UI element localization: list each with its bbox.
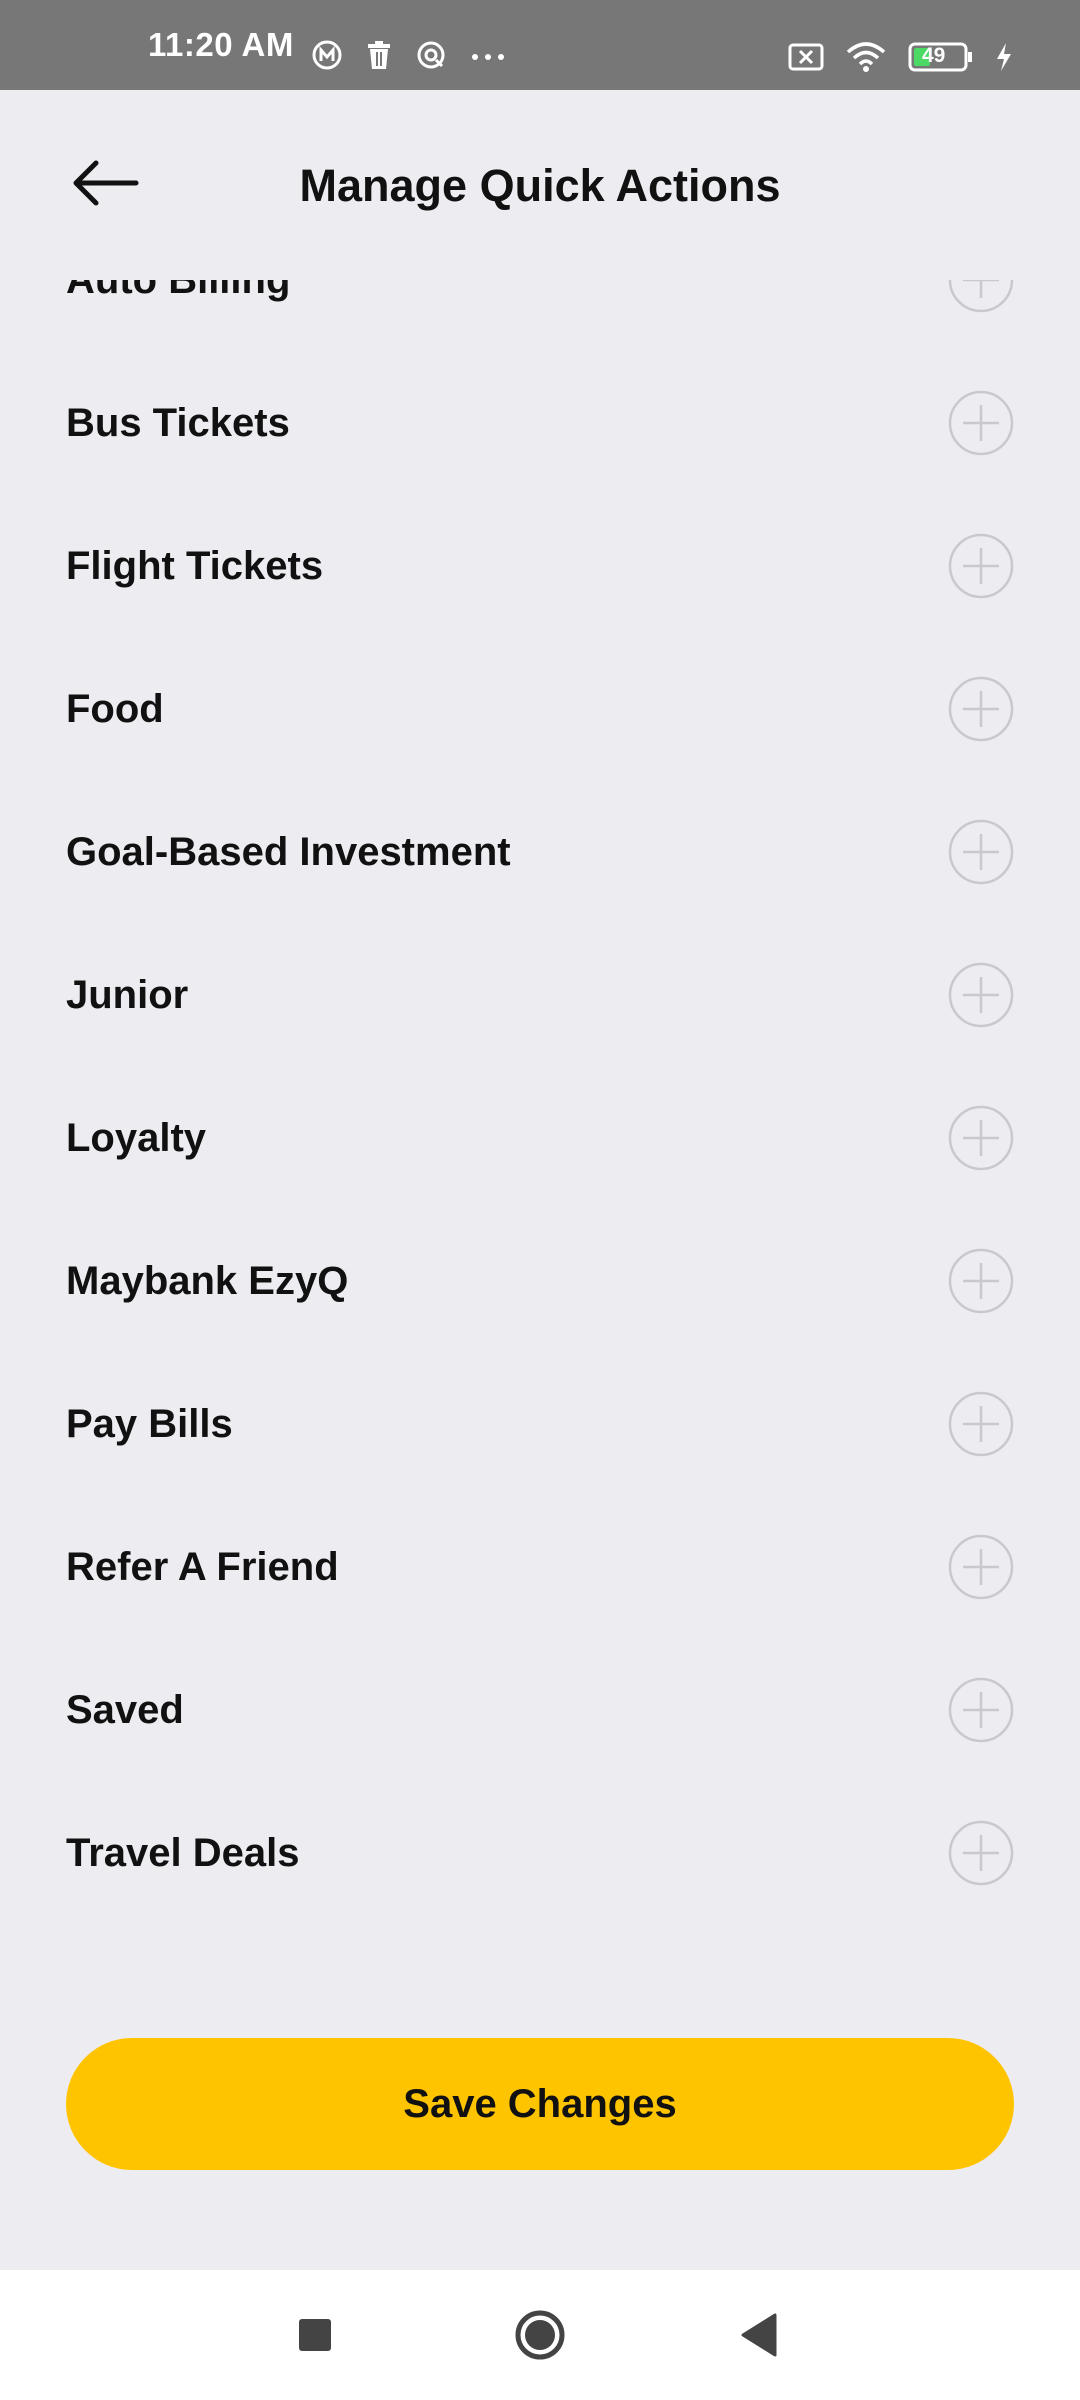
add-action-button[interactable] [948, 533, 1014, 599]
status-left-icons [312, 40, 506, 75]
quick-action-row: Junior [0, 924, 1080, 1067]
quick-action-row: Goal-Based Investment [0, 781, 1080, 924]
sim-x-icon [788, 43, 824, 76]
quick-action-row: Flight Tickets [0, 495, 1080, 638]
charging-icon [994, 42, 1014, 77]
add-action-button[interactable] [948, 390, 1014, 456]
plus-circle-icon [948, 819, 1014, 885]
status-bar: 11:20 AM 49 [0, 0, 1080, 90]
plus-circle-icon [948, 1677, 1014, 1743]
trash-icon [366, 40, 392, 75]
quick-action-label: Flight Tickets [66, 544, 324, 588]
quick-action-row: Saved [0, 1639, 1080, 1782]
status-right-icons: 49 [788, 40, 1014, 79]
plus-circle-icon [948, 676, 1014, 742]
quick-action-label: Auto Billing [66, 280, 291, 302]
add-action-button[interactable] [948, 1248, 1014, 1314]
wifi-icon [844, 40, 888, 79]
quick-action-row: Refer A Friend [0, 1496, 1080, 1639]
header: Manage Quick Actions [0, 90, 1080, 280]
recents-button[interactable] [280, 2300, 350, 2370]
quick-action-row: Travel Deals [0, 1782, 1080, 1925]
plus-circle-icon [948, 533, 1014, 599]
add-action-button[interactable] [948, 280, 1014, 313]
save-changes-button[interactable]: Save Changes [66, 2038, 1014, 2170]
system-nav-bar [0, 2270, 1080, 2400]
plus-circle-icon [948, 1534, 1014, 1600]
quick-action-label: Food [66, 687, 164, 731]
quick-action-row: Bus Tickets [0, 352, 1080, 495]
quick-action-label: Bus Tickets [66, 401, 290, 445]
add-action-button[interactable] [948, 1105, 1014, 1171]
quick-action-row: Auto Billing [0, 280, 1080, 352]
quick-action-row: Food [0, 638, 1080, 781]
recents-square-icon [299, 2319, 331, 2351]
status-time: 11:20 AM [148, 26, 294, 63]
home-button[interactable] [505, 2300, 575, 2370]
plus-circle-icon [948, 1248, 1014, 1314]
plus-circle-icon [948, 1820, 1014, 1886]
add-action-button[interactable] [948, 1534, 1014, 1600]
add-action-button[interactable] [948, 819, 1014, 885]
quick-action-label: Goal-Based Investment [66, 830, 511, 874]
back-triangle-icon [741, 2313, 777, 2357]
add-action-button[interactable] [948, 1391, 1014, 1457]
battery-level: 49 [922, 44, 946, 67]
back-nav-button[interactable] [725, 2300, 795, 2370]
add-action-button[interactable] [948, 1677, 1014, 1743]
quick-actions-list-content: Auto Billing Bus Tickets Flight Tickets Foo… [0, 280, 1080, 1925]
quick-action-label: Pay Bills [66, 1402, 233, 1446]
quick-action-row: Maybank EzyQ [0, 1210, 1080, 1353]
vpn-icon [416, 40, 446, 75]
add-action-button[interactable] [948, 1820, 1014, 1886]
battery-icon: 49 [908, 42, 974, 77]
add-action-button[interactable] [948, 676, 1014, 742]
home-circle-icon [515, 2310, 565, 2360]
quick-action-row: Loyalty [0, 1067, 1080, 1210]
quick-action-label: Saved [66, 1688, 184, 1732]
quick-actions-list[interactable]: Auto Billing Bus Tickets Flight Tickets Foo… [0, 280, 1080, 1980]
maybank-m-icon [312, 40, 342, 75]
plus-circle-icon [948, 1105, 1014, 1171]
plus-circle-icon [948, 962, 1014, 1028]
plus-circle-icon [948, 390, 1014, 456]
more-dots-icon [470, 49, 506, 67]
quick-action-label: Loyalty [66, 1116, 207, 1160]
quick-action-label: Junior [66, 973, 189, 1017]
quick-action-label: Travel Deals [66, 1831, 300, 1875]
plus-circle-icon [948, 1391, 1014, 1457]
plus-circle-icon [948, 280, 1014, 313]
quick-action-label: Refer A Friend [66, 1545, 339, 1589]
quick-action-label: Maybank EzyQ [66, 1259, 349, 1303]
add-action-button[interactable] [948, 962, 1014, 1028]
page-title: Manage Quick Actions [299, 160, 781, 211]
quick-action-row: Pay Bills [0, 1353, 1080, 1496]
